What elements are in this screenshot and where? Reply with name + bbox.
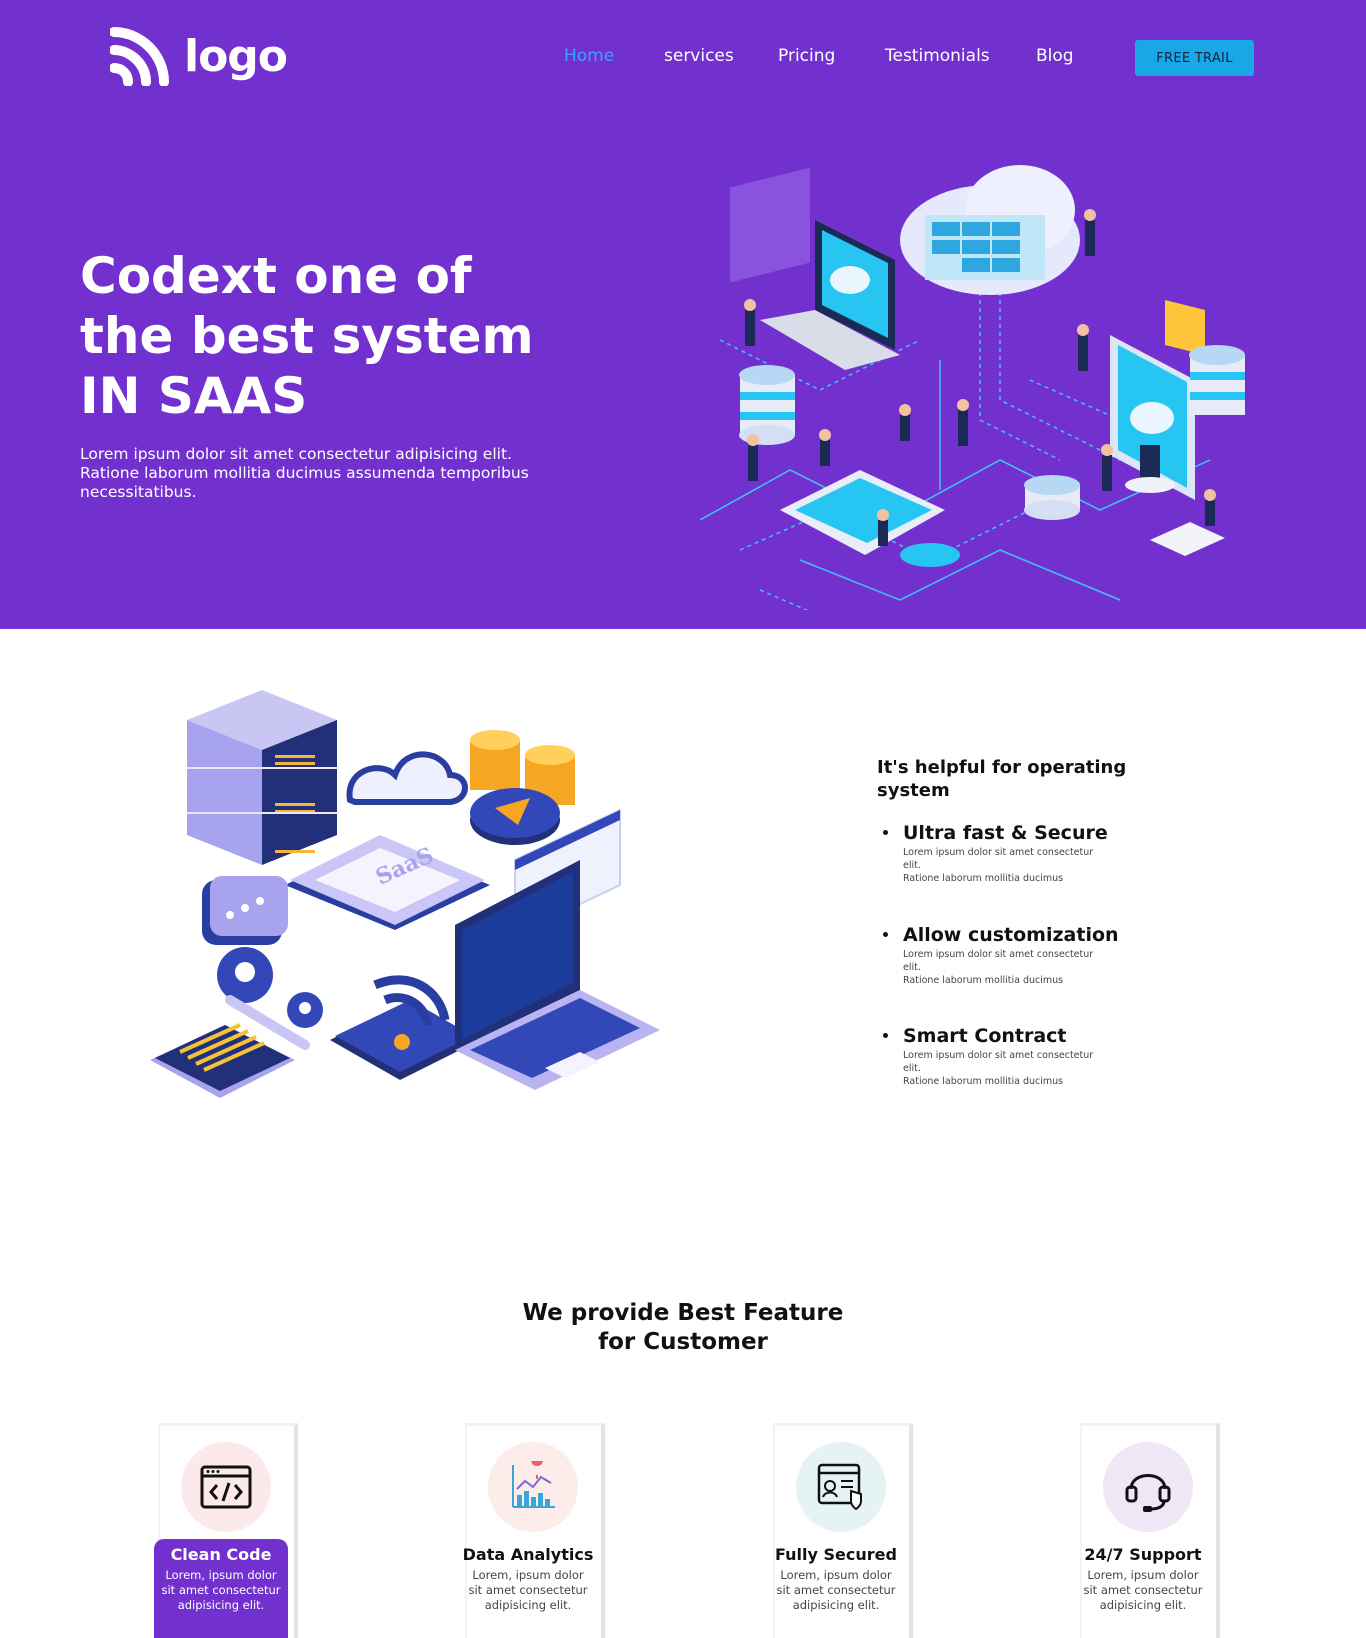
info-feature: Smart Contract Lorem ipsum dolor sit ame… [883, 1025, 1113, 1088]
info-heading: It's helpful for operating system [877, 757, 1127, 801]
feature-card-fully-secured[interactable]: Fully Secured Lorem, ipsum dolor sit ame… [773, 1423, 913, 1638]
nav-services[interactable]: services [664, 46, 734, 66]
card-desc: Lorem, ipsum dolor sit amet consectetur … [161, 1568, 281, 1612]
info-feature: Ultra fast & Secure Lorem ipsum dolor si… [883, 822, 1113, 885]
info-feature-desc: Lorem ipsum dolor sit amet consectetur e… [903, 1049, 1113, 1088]
card-body: Clean Code Lorem, ipsum dolor sit amet c… [154, 1539, 288, 1638]
info-feature-desc-line: Ratione laborum mollitia ducimus [903, 975, 1064, 986]
page: logo Home services Pricing Testimonials … [0, 0, 1366, 1638]
hero-title-line: IN SAAS [80, 367, 308, 425]
icon-circle [1103, 1442, 1193, 1532]
card-body: 24/7 Support Lorem, ipsum dolor sit amet… [1076, 1539, 1210, 1638]
hero-section: logo Home services Pricing Testimonials … [0, 0, 1366, 629]
bullet-icon [883, 932, 888, 937]
secure-profile-icon [817, 1463, 862, 1511]
saas-illustration: SaaS [150, 690, 660, 1098]
hero-title-line: the best system [80, 307, 534, 365]
nav-blog[interactable]: Blog [1036, 46, 1074, 66]
hero-subtitle: Lorem ipsum dolor sit amet consectetur a… [80, 445, 529, 501]
analytics-chart-icon [512, 1461, 555, 1508]
bullet-icon [883, 1033, 888, 1038]
feature-card-clean-code[interactable]: Clean Code Lorem, ipsum dolor sit amet c… [154, 1423, 298, 1638]
icon-circle [181, 1442, 271, 1532]
info-feature-desc-line: Lorem ipsum dolor sit amet consectetur e… [903, 847, 1094, 871]
card-body: Data Analytics Lorem, ipsum dolor sit am… [461, 1539, 595, 1638]
hero-title-line: Codext one of [80, 247, 472, 305]
card-desc: Lorem, ipsum dolor sit amet consectetur … [776, 1568, 896, 1612]
card-desc: Lorem, ipsum dolor sit amet consectetur … [468, 1568, 588, 1612]
card-title: Data Analytics [462, 1545, 594, 1564]
card-title: 24/7 Support [1084, 1545, 1202, 1564]
info-panel: It's helpful for operating system Ultra … [877, 756, 1157, 1087]
features-title: We provide Best Feature for Customer [0, 1299, 1366, 1357]
code-window-icon [200, 1465, 252, 1509]
hero-title: Codext one of the best system IN SAAS [80, 246, 640, 426]
info-feature-desc-line: Lorem ipsum dolor sit amet consectetur e… [903, 949, 1094, 973]
card-desc: Lorem, ipsum dolor sit amet consectetur … [1083, 1568, 1203, 1612]
icon-circle [488, 1442, 578, 1532]
info-feature-title: Smart Contract [903, 1025, 1067, 1047]
features-title-line: We provide Best Feature [522, 1300, 844, 1326]
feature-card-data-analytics[interactable]: Data Analytics Lorem, ipsum dolor sit am… [463, 1423, 605, 1638]
info-feature-desc-line: Ratione laborum mollitia ducimus [903, 873, 1064, 884]
feature-card-support[interactable]: 24/7 Support Lorem, ipsum dolor sit amet… [1080, 1423, 1220, 1638]
cloud-network-illustration [700, 165, 1245, 610]
headset-icon [1125, 1474, 1171, 1512]
card-title: Fully Secured [775, 1545, 897, 1564]
info-feature-desc: Lorem ipsum dolor sit amet consectetur e… [903, 846, 1113, 885]
nav-pricing[interactable]: Pricing [778, 46, 835, 66]
free-trial-button[interactable]: FREE TRAIL [1135, 40, 1254, 76]
info-feature-desc-line: Lorem ipsum dolor sit amet consectetur e… [903, 1050, 1094, 1074]
features-title-line: for Customer [598, 1329, 768, 1355]
info-feature-desc-line: Ratione laborum mollitia ducimus [903, 1076, 1064, 1087]
bullet-icon [883, 830, 888, 835]
info-feature-title: Ultra fast & Secure [903, 822, 1108, 844]
info-feature: Allow customization Lorem ipsum dolor si… [883, 924, 1119, 987]
nav-testimonials[interactable]: Testimonials [885, 46, 990, 66]
icon-circle [796, 1442, 886, 1532]
info-feature-desc: Lorem ipsum dolor sit amet consectetur e… [903, 948, 1113, 987]
card-body: Fully Secured Lorem, ipsum dolor sit ame… [769, 1539, 903, 1638]
info-feature-title: Allow customization [903, 924, 1119, 946]
nav-home[interactable]: Home [564, 46, 614, 66]
card-title: Clean Code [170, 1545, 272, 1564]
